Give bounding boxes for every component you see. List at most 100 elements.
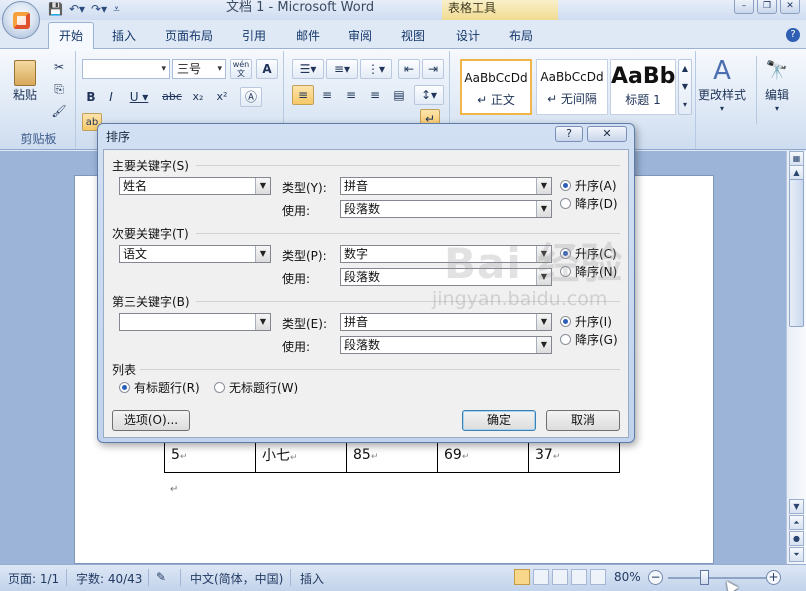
minimize-icon[interactable]: – <box>734 0 754 14</box>
table-cell[interactable]: 85↵ <box>346 440 438 473</box>
has-header-row-radio[interactable]: 有标题行(R) <box>119 379 200 396</box>
bold-button[interactable]: B <box>82 87 100 105</box>
paste-button[interactable]: 粘贴 <box>8 55 42 119</box>
primary-type-dropdown[interactable]: 拼音 ▼ <box>340 177 552 195</box>
undo-icon[interactable]: ↶▾ <box>69 2 85 16</box>
distributed-button[interactable]: ▤ <box>388 85 410 105</box>
format-painter-icon[interactable]: 🖌 <box>50 101 68 119</box>
ok-button[interactable]: 确定 <box>462 410 536 431</box>
dialog-help-button[interactable]: ? <box>555 126 583 142</box>
third-type-dropdown[interactable]: 拼音 ▼ <box>340 313 552 331</box>
secondary-asc-radio[interactable]: 升序(C) <box>560 245 617 262</box>
primary-asc-radio[interactable]: 升序(A) <box>560 177 617 194</box>
draft-icon[interactable] <box>590 569 606 585</box>
tab-page-layout[interactable]: 页面布局 <box>158 24 220 48</box>
align-center-button[interactable]: ≡ <box>316 85 338 105</box>
zoom-in-icon[interactable]: + <box>766 570 781 585</box>
superscript-button[interactable]: x² <box>212 87 232 105</box>
office-button[interactable] <box>2 1 40 39</box>
tab-references[interactable]: 引用 <box>234 24 274 48</box>
numbering-button[interactable]: ≡▾ <box>326 59 358 79</box>
bullets-button[interactable]: ☰▾ <box>292 59 324 79</box>
style-heading-1[interactable]: AaBb 标题 1 <box>610 59 676 115</box>
align-right-button[interactable]: ≡ <box>340 85 362 105</box>
help-icon[interactable]: ? <box>786 28 800 42</box>
cancel-button[interactable]: 取消 <box>546 410 620 431</box>
table-cell[interactable]: 小七↵ <box>255 440 347 473</box>
insert-mode[interactable]: 插入 <box>300 570 324 587</box>
web-layout-icon[interactable] <box>552 569 568 585</box>
restore-icon[interactable]: ❐ <box>757 0 777 14</box>
zoom-slider[interactable] <box>668 577 766 579</box>
customize-icon[interactable]: ⩡ <box>113 2 120 17</box>
tab-design[interactable]: 设计 <box>448 24 488 48</box>
secondary-desc-radio[interactable]: 降序(N) <box>560 263 617 280</box>
table-cell[interactable]: 69↵ <box>437 440 529 473</box>
full-screen-reading-icon[interactable] <box>533 569 549 585</box>
browse-object-icon[interactable]: ● <box>789 531 804 546</box>
close-icon[interactable]: ✕ <box>780 0 800 14</box>
editing-button[interactable]: 🔭 编辑 ▾ <box>756 55 798 125</box>
primary-use-dropdown[interactable]: 段落数 ▼ <box>340 200 552 218</box>
phonetic-guide-button[interactable]: wén 文 <box>230 59 252 79</box>
page-count[interactable]: 页面: 1/1 <box>8 570 59 587</box>
third-key-dropdown[interactable]: ▼ <box>119 313 271 331</box>
secondary-use-dropdown[interactable]: 段落数 ▼ <box>340 268 552 286</box>
clear-format-button[interactable]: Ⓐ <box>240 87 262 107</box>
zoom-slider-thumb[interactable] <box>700 570 709 585</box>
primary-desc-radio[interactable]: 降序(D) <box>560 195 618 212</box>
prev-page-icon[interactable]: ⏶ <box>789 515 804 530</box>
options-button[interactable]: 选项(O)... <box>112 410 190 431</box>
font-size-combo[interactable]: 三号 <box>172 59 226 79</box>
table-cell[interactable]: 5↵ <box>164 440 256 473</box>
zoom-out-icon[interactable]: − <box>648 570 663 585</box>
align-left-button[interactable]: ≡ <box>292 85 314 105</box>
subscript-button[interactable]: x₂ <box>188 87 208 105</box>
underline-button[interactable]: U ▾ <box>126 87 152 105</box>
dialog-close-button[interactable]: ✕ <box>587 126 627 142</box>
scroll-up-icon[interactable]: ▲ <box>789 165 804 180</box>
italic-button[interactable]: I <box>102 87 120 105</box>
next-page-icon[interactable]: ⏷ <box>789 547 804 562</box>
third-use-dropdown[interactable]: 段落数 ▼ <box>340 336 552 354</box>
ruler-toggle-icon[interactable]: ▦ <box>789 151 804 166</box>
increase-indent-button[interactable]: ⇥ <box>422 59 444 79</box>
third-desc-radio[interactable]: 降序(G) <box>560 331 618 348</box>
word-count[interactable]: 字数: 40/43 <box>76 570 142 587</box>
scroll-down-icon[interactable]: ▼ <box>789 499 804 514</box>
strikethrough-button[interactable]: abc <box>160 87 184 105</box>
redo-icon[interactable]: ↷▾ <box>91 2 107 16</box>
zoom-level[interactable]: 80% <box>614 570 641 584</box>
tab-view[interactable]: 视图 <box>393 24 433 48</box>
print-layout-icon[interactable] <box>514 569 530 585</box>
multilevel-list-button[interactable]: ⋮▾ <box>360 59 392 79</box>
style-no-spacing[interactable]: AaBbCcDd ↵ 无间隔 <box>536 59 608 115</box>
vertical-scrollbar[interactable]: ▦ ▲ ▼ ⏶ ● ⏷ <box>786 151 806 564</box>
secondary-key-dropdown[interactable]: 语文 ▼ <box>119 245 271 263</box>
scroll-thumb[interactable] <box>789 179 804 327</box>
tab-insert[interactable]: 插入 <box>104 24 144 48</box>
save-icon[interactable]: 💾 <box>48 2 63 16</box>
line-spacing-button[interactable]: ↕▾ <box>414 85 444 105</box>
tab-review[interactable]: 审阅 <box>340 24 380 48</box>
style-normal[interactable]: AaBbCcDd ↵ 正文 <box>460 59 532 115</box>
justify-button[interactable]: ≡ <box>364 85 386 105</box>
copy-icon[interactable]: ⎘ <box>50 79 68 97</box>
font-name-combo[interactable] <box>82 59 170 79</box>
cut-icon[interactable]: ✂ <box>50 57 68 75</box>
styles-scroll[interactable]: ▲ ▼ ▾ <box>678 59 692 115</box>
secondary-type-dropdown[interactable]: 数字 ▼ <box>340 245 552 263</box>
third-asc-radio[interactable]: 升序(I) <box>560 313 612 330</box>
change-styles-button[interactable]: A 更改样式 ▾ <box>696 55 748 125</box>
outline-icon[interactable] <box>571 569 587 585</box>
char-border-button[interactable]: A <box>256 59 278 79</box>
decrease-indent-button[interactable]: ⇤ <box>398 59 420 79</box>
proofing-icon[interactable]: ✎ <box>156 570 166 584</box>
language-indicator[interactable]: 中文(简体，中国) <box>190 570 283 587</box>
table-cell[interactable]: 37↵ <box>528 440 620 473</box>
tab-mailings[interactable]: 邮件 <box>288 24 328 48</box>
no-header-row-radio[interactable]: 无标题行(W) <box>214 379 298 396</box>
primary-key-dropdown[interactable]: 姓名 ▼ <box>119 177 271 195</box>
tab-layout[interactable]: 布局 <box>501 24 541 48</box>
tab-home[interactable]: 开始 <box>48 22 94 49</box>
